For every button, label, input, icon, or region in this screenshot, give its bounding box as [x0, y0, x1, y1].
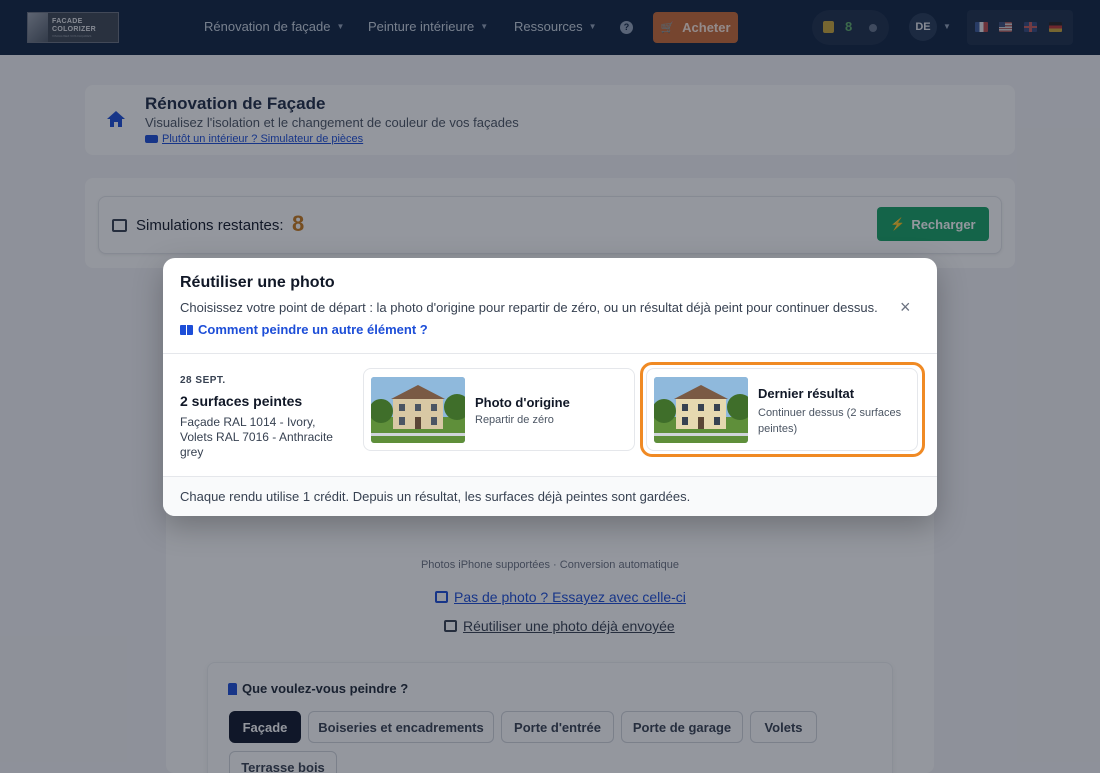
paint-other-element-link[interactable]: Comment peindre un autre élément ?: [180, 322, 428, 337]
close-icon[interactable]: ×: [900, 298, 911, 316]
last-result-desc: Continuer dessus (2 surfaces peintes): [758, 407, 902, 435]
reuse-photo-modal: Réutiliser une photo Choisissez votre po…: [163, 258, 937, 516]
modal-title: Réutiliser une photo: [180, 274, 335, 291]
session-detail: Façade RAL 1014 - Ivory, Volets RAL 7016…: [180, 415, 333, 459]
modal-footer: Chaque rendu utilise 1 crédit. Depuis un…: [163, 477, 937, 516]
paint-other-element-label: Comment peindre un autre élément ?: [198, 322, 428, 337]
session-title: 2 surfaces peintes: [180, 393, 303, 409]
book-icon: [180, 324, 193, 335]
original-photo-option[interactable]: Photo d'origine Repartir de zéro: [363, 368, 635, 451]
modal-description: Choisissez votre point de départ : la ph…: [180, 300, 878, 315]
session-date: 28 SEPT.: [180, 375, 226, 386]
original-photo-desc: Repartir de zéro: [475, 414, 554, 426]
house-thumbnail: [371, 377, 465, 443]
house-thumbnail: [654, 377, 748, 443]
divider: [163, 353, 937, 354]
last-result-option[interactable]: Dernier résultat Continuer dessus (2 sur…: [646, 368, 918, 451]
original-photo-name: Photo d'origine: [475, 395, 570, 410]
credit-usage-note: Chaque rendu utilise 1 crédit. Depuis un…: [180, 489, 691, 504]
last-result-name: Dernier résultat: [758, 386, 855, 401]
